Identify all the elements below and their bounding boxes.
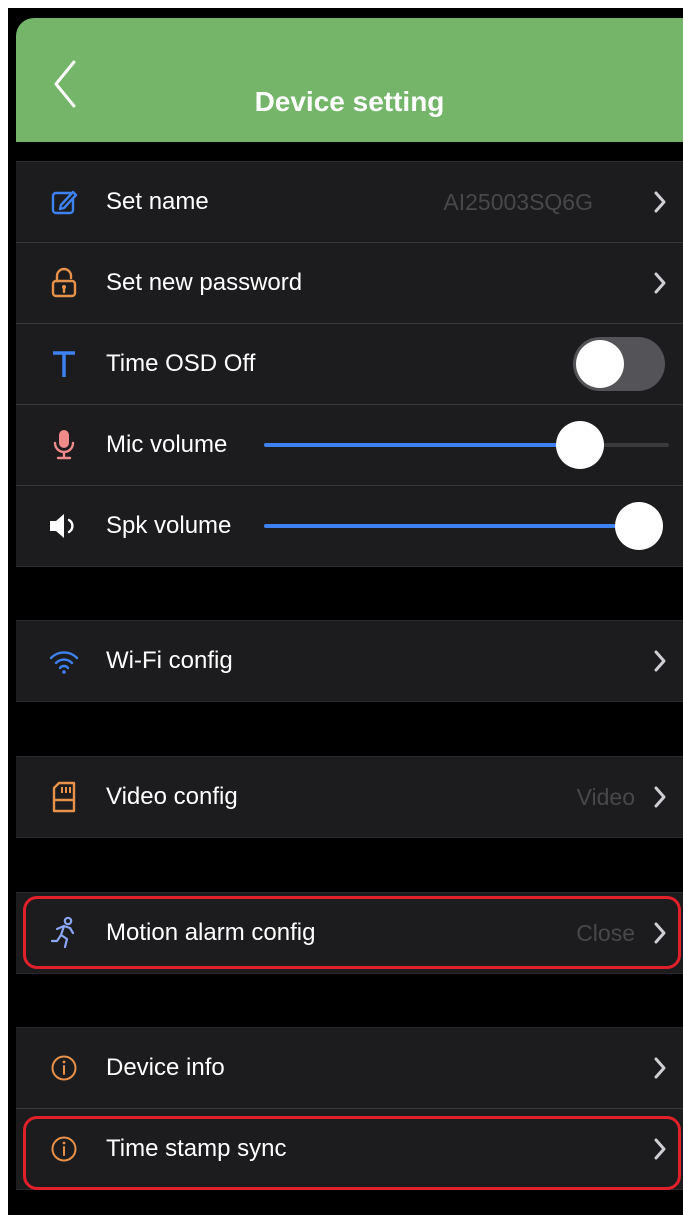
settings-group-motion: Motion alarm config Close xyxy=(16,892,683,974)
device-info-row[interactable]: Device info xyxy=(16,1028,683,1109)
time-stamp-sync-row[interactable]: Time stamp sync xyxy=(16,1109,683,1189)
wifi-config-label: Wi-Fi config xyxy=(106,647,233,674)
microphone-icon xyxy=(44,425,84,465)
text-t-icon xyxy=(44,344,84,384)
time-osd-row: Time OSD Off xyxy=(16,324,683,405)
wifi-config-row[interactable]: Wi-Fi config xyxy=(16,621,683,701)
app-screen: Device setting Set name AI25003SQ6G Set … xyxy=(8,8,683,1215)
chevron-right-icon xyxy=(654,922,666,944)
page-title: Device setting xyxy=(254,86,445,117)
toggle-knob xyxy=(576,340,624,388)
chevron-right-icon xyxy=(654,272,666,294)
settings-group-info: Device info Time stamp sync xyxy=(16,1027,683,1190)
time-osd-toggle[interactable] xyxy=(573,337,665,391)
mic-volume-label: Mic volume xyxy=(106,431,228,458)
wifi-icon xyxy=(44,641,84,681)
slider-fill xyxy=(264,524,639,528)
lock-icon xyxy=(44,263,84,303)
motion-alarm-status-value: Close xyxy=(576,920,635,946)
edit-icon xyxy=(44,182,84,222)
slider-thumb[interactable] xyxy=(555,421,604,469)
time-osd-label: Time OSD Off xyxy=(106,350,256,377)
spk-volume-label: Spk volume xyxy=(106,512,232,539)
chevron-right-icon xyxy=(654,786,666,808)
chevron-right-icon xyxy=(654,1138,666,1160)
device-name-value: AI25003SQ6G xyxy=(443,189,593,215)
slider-fill xyxy=(264,443,580,447)
device-info-label: Device info xyxy=(106,1054,225,1081)
chevron-right-icon xyxy=(654,650,666,672)
info-icon xyxy=(44,1048,84,1088)
video-config-label: Video config xyxy=(106,783,238,810)
video-config-row[interactable]: Video config Video xyxy=(16,757,683,837)
running-person-icon xyxy=(44,913,84,953)
slider-thumb[interactable] xyxy=(615,502,663,550)
sd-card-icon xyxy=(44,777,84,817)
nav-header: Device setting xyxy=(16,18,683,142)
spk-volume-slider[interactable] xyxy=(264,502,663,550)
settings-group-wifi: Wi-Fi config xyxy=(16,620,683,702)
motion-alarm-config-label: Motion alarm config xyxy=(106,919,316,946)
set-name-label: Set name xyxy=(106,188,209,215)
mic-volume-slider[interactable] xyxy=(264,421,669,469)
spk-volume-row: Spk volume xyxy=(16,486,683,566)
chevron-right-icon xyxy=(654,1057,666,1079)
motion-alarm-config-row[interactable]: Motion alarm config Close xyxy=(16,893,683,973)
set-name-row[interactable]: Set name AI25003SQ6G xyxy=(16,162,683,243)
settings-group-video: Video config Video xyxy=(16,756,683,838)
speaker-icon xyxy=(44,506,84,546)
info-icon xyxy=(44,1129,84,1169)
set-password-label: Set new password xyxy=(106,269,303,296)
settings-group-general: Set name AI25003SQ6G Set new password Ti… xyxy=(16,161,683,567)
time-stamp-sync-label: Time stamp sync xyxy=(106,1135,287,1162)
set-password-row[interactable]: Set new password xyxy=(16,243,683,324)
mic-volume-row: Mic volume xyxy=(16,405,683,486)
chevron-right-icon xyxy=(654,191,666,213)
video-config-value: Video xyxy=(576,784,635,810)
